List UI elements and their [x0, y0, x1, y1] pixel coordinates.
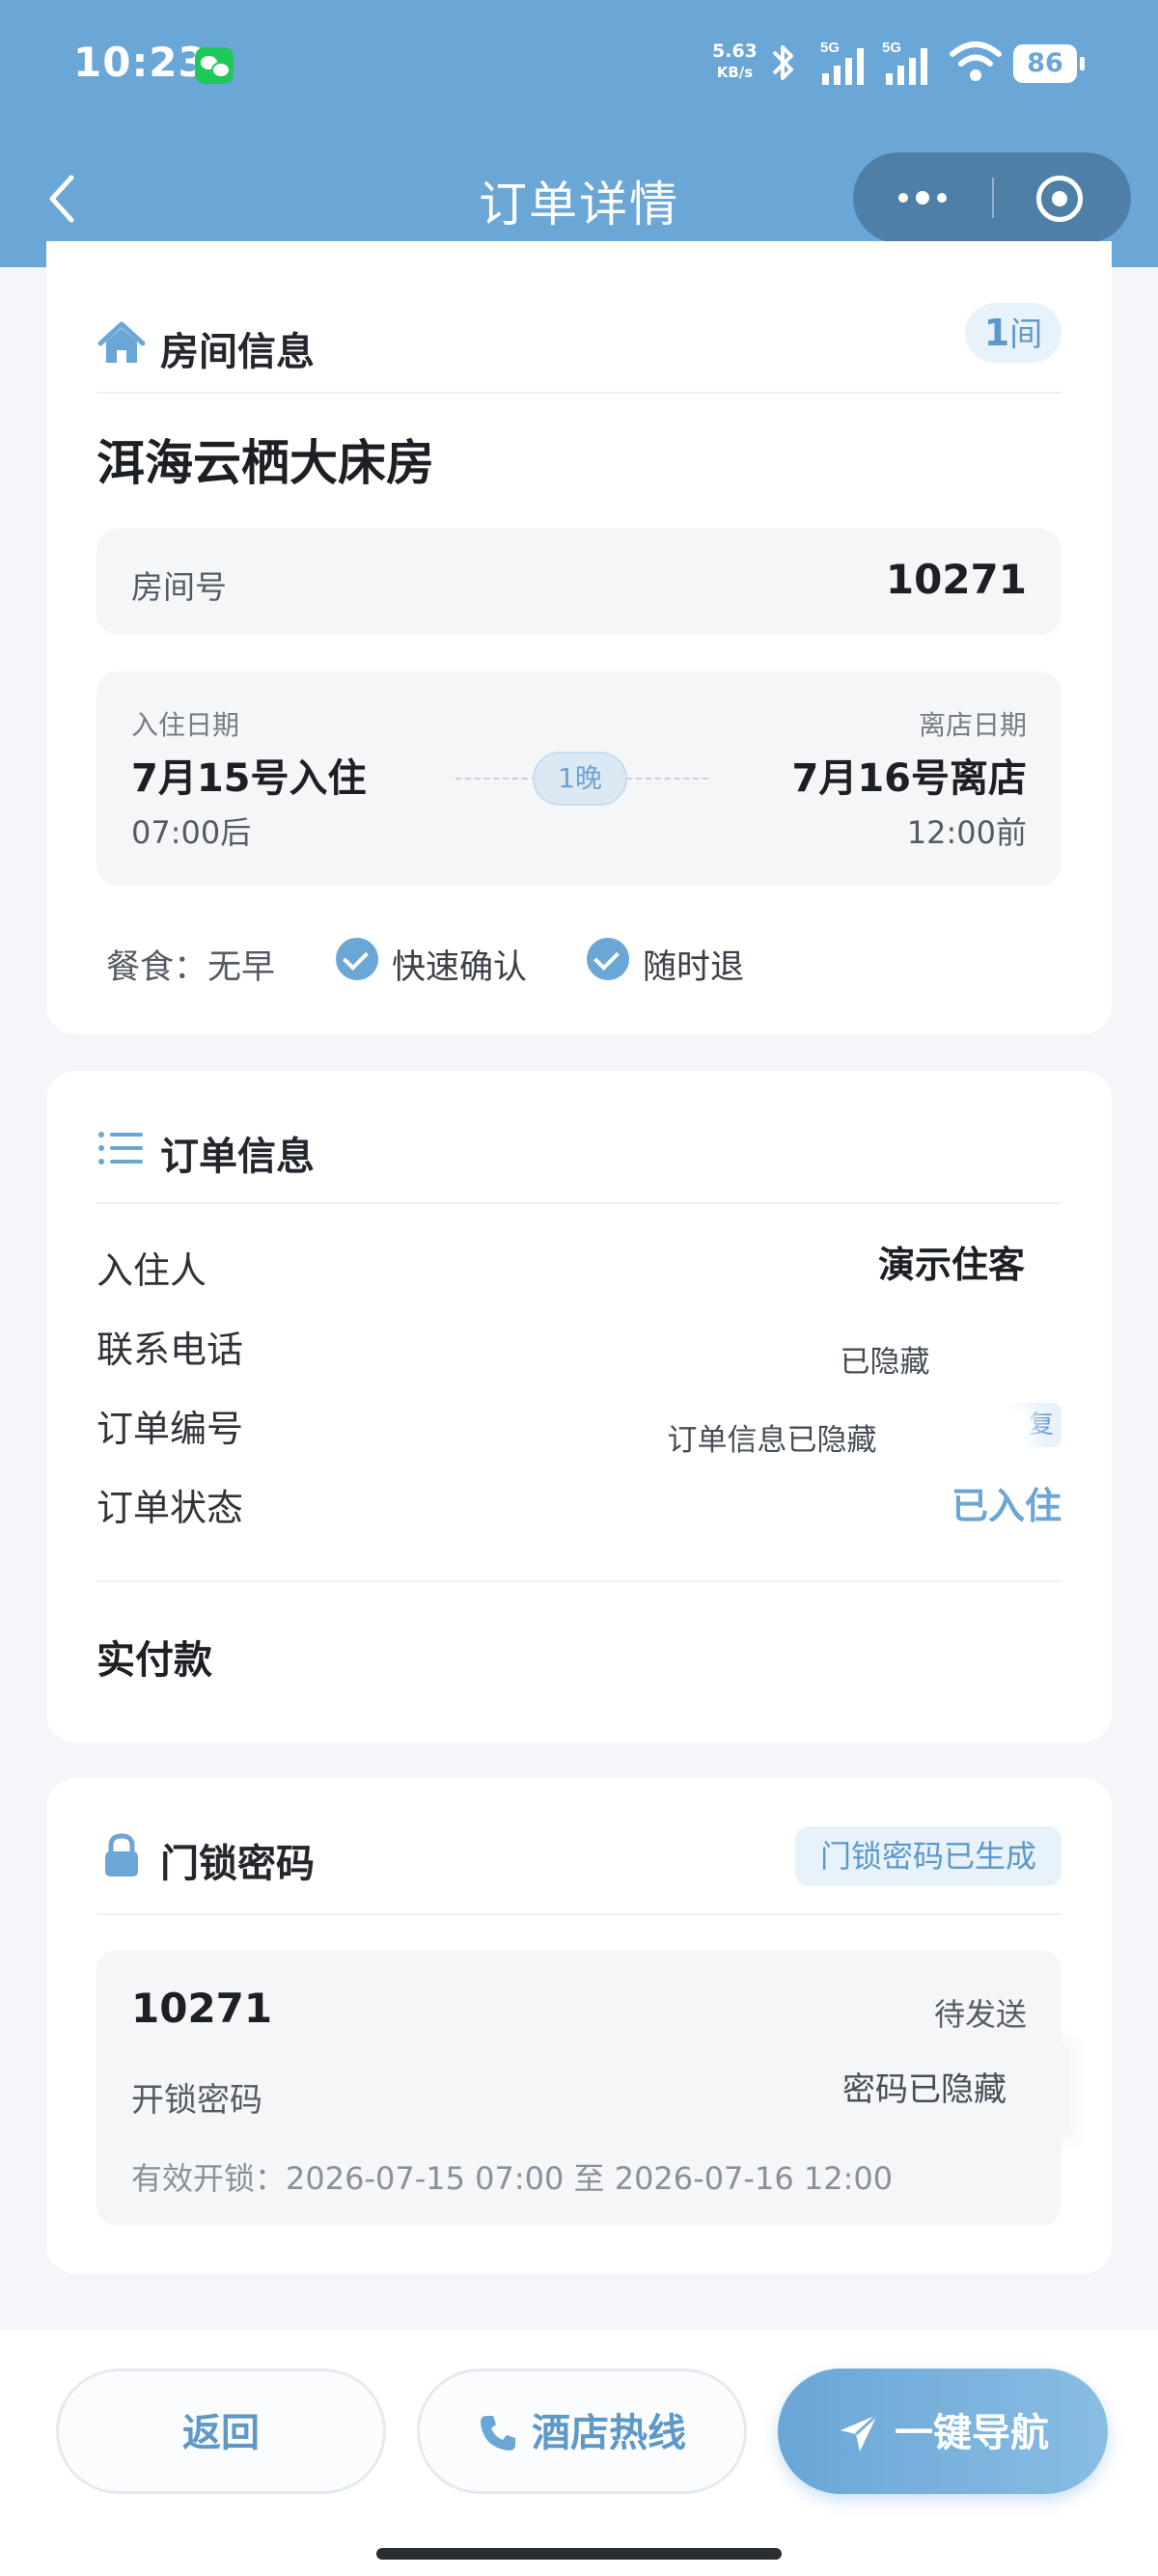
checkout-date: 7月16号离店 [791, 756, 1028, 801]
order-info-card: 订单信息 入住人 演示住客 联系电话 已隐藏 订单编号 复制 订单信息已隐藏 订… [46, 1071, 1112, 1742]
signal-1-label: 5G [820, 40, 840, 56]
room-count-badge: 1间 [965, 303, 1062, 363]
navigate-button[interactable]: 一键导航 [778, 2369, 1108, 2494]
net-speed-unit: KB/s [716, 64, 754, 81]
net-speed: 5.63 KB/s [712, 41, 758, 83]
phone-label: 联系电话 [96, 1329, 244, 1371]
order-number-hidden: 订单信息已隐藏 [519, 1411, 1025, 1470]
wechat-icon [195, 47, 234, 84]
status-time: 10:23 [73, 39, 207, 86]
order-status-label: 订单状态 [96, 1487, 244, 1529]
hotel-hotline-button[interactable]: 酒店热线 [417, 2369, 747, 2494]
bottom-action-bar: 返回 酒店热线 一键导航 [0, 2330, 1158, 2576]
house-icon [97, 321, 146, 363]
battery-indicator: 86 [1013, 44, 1085, 83]
checkout-label: 离店日期 [918, 709, 1027, 741]
order-status-value: 已入住 [951, 1485, 1062, 1527]
tag-quick-confirm: 快速确认 [392, 948, 528, 987]
lock-generated-badge: 门锁密码已生成 [795, 1826, 1062, 1886]
status-bar: 10:23 5.63 KB/s 5G 5G 86 [0, 0, 1158, 131]
phone-icon [481, 2416, 515, 2451]
section-divider [96, 1202, 1062, 1204]
unlock-password-hidden: 密码已隐藏 [780, 2046, 1069, 2133]
send-state: 待发送 [933, 1996, 1027, 2033]
room-section-title: 房间信息 [160, 330, 315, 374]
section-divider [96, 1580, 1062, 1582]
order-section-header: 订单信息 [96, 1110, 1062, 1187]
navigate-button-label: 一键导航 [895, 2411, 1049, 2455]
meal-info: 餐食：无早 [106, 948, 276, 987]
net-speed-value: 5.63 [712, 41, 758, 62]
more-dots-icon[interactable] [892, 179, 953, 216]
order-number-label: 订单编号 [96, 1408, 244, 1450]
room-policy-tags: 餐食：无早 快速确认 随时退 [106, 934, 975, 988]
lock-password-box: 10271 待发送 开锁密码 密码已隐藏 有效开锁：2026-07-15 07:… [96, 1950, 1069, 2226]
checkin-time: 07:00后 [131, 814, 252, 851]
checkin-label: 入住日期 [131, 709, 240, 741]
unlock-password-label: 开锁密码 [131, 2081, 262, 2120]
room-number-value: 10271 [885, 556, 1027, 603]
checkin-date: 7月15号入住 [131, 756, 367, 801]
bluetooth-icon [772, 45, 793, 80]
back-button-label: 返回 [182, 2411, 260, 2455]
list-icon [98, 1132, 143, 1165]
room-count-unit: 间 [1009, 315, 1043, 354]
paid-amount-label: 实付款 [96, 1638, 212, 1683]
home-indicator[interactable] [376, 2548, 782, 2560]
back-button[interactable]: 返回 [56, 2369, 386, 2494]
check-icon [336, 938, 378, 980]
hotline-button-label: 酒店热线 [532, 2411, 686, 2455]
wifi-icon [950, 41, 1002, 81]
section-divider [96, 1913, 1062, 1915]
room-number-row: 房间号 10271 [96, 529, 1062, 635]
order-section-title: 订单信息 [160, 1135, 315, 1179]
signal-icon-2: 5G [882, 40, 927, 85]
navigation-arrow-icon [841, 2413, 879, 2452]
lock-section-title: 门锁密码 [160, 1842, 315, 1886]
check-icon [587, 938, 629, 980]
room-info-card: 房间信息 1间 洱海云栖大床房 房间号 10271 入住日期 7月15号入住 0… [46, 241, 1112, 1034]
mini-program-capsule [853, 152, 1131, 243]
valid-period: 有效开锁：2026-07-15 07:00 至 2026-07-16 12:00 [131, 2160, 894, 2197]
checkout-time: 12:00前 [906, 814, 1027, 851]
phone-value-hidden: 已隐藏 [774, 1331, 996, 1393]
nights-badge: 1晚 [533, 752, 627, 806]
signal-icon-1: 5G [820, 40, 864, 85]
room-name: 洱海云栖大床房 [96, 435, 434, 491]
room-count-value: 1 [983, 312, 1010, 354]
tag-free-cancel: 随时退 [643, 948, 745, 987]
room-section-header: 房间信息 [96, 305, 1062, 382]
lock-code: 10271 [131, 1985, 273, 2032]
guest-label: 入住人 [96, 1249, 207, 1292]
signal-2-label: 5G [882, 40, 901, 56]
stay-dates: 入住日期 7月15号入住 07:00后 1晚 离店日期 7月16号离店 12:0… [96, 671, 1062, 886]
room-number-label: 房间号 [131, 568, 227, 606]
target-circle-icon[interactable] [1036, 176, 1083, 222]
capsule-divider [992, 178, 994, 218]
top-header: 10:23 5.63 KB/s 5G 5G 86 订单详情 [0, 0, 1158, 267]
section-divider [96, 392, 1062, 394]
guest-value: 演示住客 [877, 1244, 1025, 1286]
lock-icon [105, 1833, 138, 1877]
door-lock-card: 门锁密码 门锁密码已生成 10271 待发送 开锁密码 密码已隐藏 有效开锁：2… [46, 1778, 1112, 2274]
